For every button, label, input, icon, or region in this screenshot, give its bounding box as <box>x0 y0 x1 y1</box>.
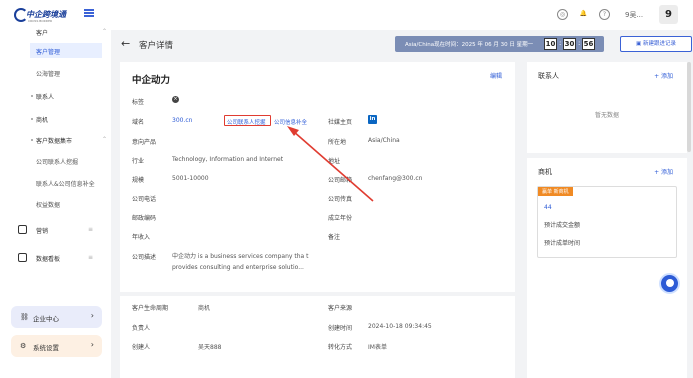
contacts-title: 联系人 <box>538 72 559 80</box>
filter-icon: ≡ <box>88 254 94 261</box>
customer-detail-panel: 中企动力 编辑 标签 × 域名 300.cn 公司联系人挖掘 公司信息补全 社媒… <box>120 62 515 292</box>
filter-icon: ≡ <box>88 226 94 233</box>
sidebar-item-info-completion[interactable]: 联系人&公司信息补全 <box>36 179 95 188</box>
link-icon: ⛓ <box>20 313 29 321</box>
sidebar-item-dashboard[interactable]: 数据看板 ≡ <box>36 254 93 263</box>
chevron-right-icon: › <box>90 311 94 320</box>
user-badge[interactable]: 9 <box>659 5 678 24</box>
expected-amount-label: 预计成交金额 <box>544 222 581 229</box>
sidebar-item-marketing[interactable]: 营销 ≡ <box>36 226 93 235</box>
system-settings-button[interactable]: ⚙ 系统设置 › <box>11 335 102 357</box>
email-label: 公司邮箱 <box>328 177 353 184</box>
add-deal-button[interactable]: + 添加 <box>654 167 673 176</box>
linkedin-icon[interactable]: in <box>368 115 377 124</box>
clock-minutes: 30 <box>563 38 576 50</box>
sidebar-item-data-market[interactable]: 客户数据集市 ⌃ <box>36 136 107 145</box>
remark-label: 备注 <box>328 234 341 241</box>
deals-title: 商机 <box>538 168 552 176</box>
sidebar-item-contacts[interactable]: 联系人 <box>36 92 54 101</box>
user-name[interactable]: 9吴... <box>625 10 643 20</box>
timezone-clock: Asia/China现在时间：2025 年 06 月 30 日 星期一 10 :… <box>395 36 604 52</box>
description-label: 公司描述 <box>132 254 157 261</box>
bell-icon[interactable]: 🔔 <box>578 9 589 20</box>
clock-hours: 10 <box>544 38 557 50</box>
domain-label: 域名 <box>132 119 145 126</box>
back-arrow-icon[interactable]: ← <box>121 37 130 50</box>
postcode-label: 邮政编码 <box>132 215 157 222</box>
creator-label: 创建人 <box>132 344 151 351</box>
marketing-icon <box>18 225 27 234</box>
deal-card[interactable]: 赢单 新商机 44 预计成交金额 预计成单时间 <box>537 186 677 258</box>
revenue-label: 年收入 <box>132 234 151 241</box>
sidebar-item-rights-data[interactable]: 权益数据 <box>36 200 60 209</box>
enterprise-center-button[interactable]: ⛓ 企业中心 › <box>11 306 102 328</box>
size-value: 5001-10000 <box>172 175 209 182</box>
lifecycle-label: 客户生命周期 <box>132 305 169 312</box>
email-value: chenfang@300.cn <box>368 175 423 182</box>
sidebar-item-find-contacts[interactable]: 公司联系人挖掘 <box>36 157 78 166</box>
description-value: 中企动力 is a business services company tha … <box>172 253 309 271</box>
founded-label: 成立年份 <box>328 215 353 222</box>
clock-seconds: 56 <box>582 38 595 50</box>
product-label: 意向产品 <box>132 139 157 146</box>
settings-circle-icon[interactable]: ◎ <box>557 9 568 20</box>
empty-state: 暂无数据 <box>594 112 619 119</box>
fax-label: 公司传真 <box>328 196 353 203</box>
page-title: 客户详情 <box>139 41 174 51</box>
size-label: 规模 <box>132 177 145 184</box>
convert-value: IM表单 <box>368 344 387 351</box>
logo-subtext: CROSS BORDER <box>28 19 53 23</box>
contacts-panel: 联系人 + 添加 暂无数据 <box>527 62 687 153</box>
sidebar-item-public-pool[interactable]: 公海管理 <box>36 69 60 78</box>
company-info-link[interactable]: 公司信息补全 <box>274 118 307 126</box>
expected-date-label: 预计成单时间 <box>544 240 581 247</box>
sidebar-item-deals[interactable]: 商机 <box>36 115 48 124</box>
close-circle-icon[interactable]: × <box>172 96 179 103</box>
help-icon[interactable]: ? <box>599 9 610 20</box>
scrollbar[interactable] <box>687 62 691 152</box>
deals-panel: 商机 + 添加 赢单 新商机 44 预计成交金额 预计成单时间 <box>527 158 687 378</box>
page-header: ← 客户详情 Asia/China现在时间：2025 年 06 月 30 日 星… <box>111 30 693 59</box>
location-value: Asia/China <box>368 137 400 144</box>
company-name: 中企动力 <box>132 75 171 86</box>
creator-value: 吴天888 <box>198 344 222 351</box>
support-avatar-button[interactable] <box>659 273 680 294</box>
source-label: 客户来源 <box>328 305 353 312</box>
edit-link[interactable]: 编辑 <box>490 71 502 80</box>
tag-label: 标签 <box>132 99 145 106</box>
clock-label: Asia/China现在时间：2025 年 06 月 30 日 星期一 <box>405 42 534 48</box>
user-icon <box>666 279 674 287</box>
customer-meta-panel: 客户生命周期 商机 客户来源 负责人 创建时间 2024-10-18 09:34… <box>120 296 515 378</box>
created-time-value: 2024-10-18 09:34:45 <box>368 323 432 330</box>
industry-value: Technology, Information and Internet <box>172 156 284 163</box>
social-label: 社媒主页 <box>328 119 353 126</box>
sidebar: 中企跨境通 CROSS BORDER 客户 ⌃ 客户管理 公海管理 联系人 商机 … <box>0 0 111 378</box>
menu-toggle-icon[interactable] <box>84 9 94 17</box>
dashboard-icon <box>18 253 27 262</box>
deal-status-badge: 赢单 新商机 <box>538 187 573 196</box>
sidebar-section-customer[interactable]: 客户 ⌃ <box>36 28 107 37</box>
sidebar-item-customer-management[interactable]: 客户管理 <box>36 47 60 56</box>
add-contact-button[interactable]: + 添加 <box>654 71 673 80</box>
deal-id-link[interactable]: 44 <box>544 204 552 211</box>
industry-label: 行业 <box>132 158 145 165</box>
gear-icon: ⚙ <box>20 342 27 350</box>
new-followup-button[interactable]: ▣ 新建跟进记录 <box>620 36 692 52</box>
chevron-up-icon: ⌃ <box>102 136 108 143</box>
owner-label: 负责人 <box>132 325 151 332</box>
address-label: 地址 <box>328 158 341 165</box>
convert-label: 转化方式 <box>328 344 353 351</box>
location-label: 所在地 <box>328 139 347 146</box>
chevron-right-icon: › <box>90 340 94 349</box>
lifecycle-value: 商机 <box>198 305 211 312</box>
logo: 中企跨境通 CROSS BORDER <box>14 7 66 25</box>
topbar: ◎ 🔔 ? 9吴... 9 <box>111 0 693 30</box>
domain-link[interactable]: 300.cn <box>172 117 192 124</box>
find-contacts-link[interactable]: 公司联系人挖掘 <box>227 118 266 126</box>
chevron-up-icon: ⌃ <box>102 28 108 35</box>
phone-label: 公司电话 <box>132 196 157 203</box>
created-time-label: 创建时间 <box>328 325 353 332</box>
